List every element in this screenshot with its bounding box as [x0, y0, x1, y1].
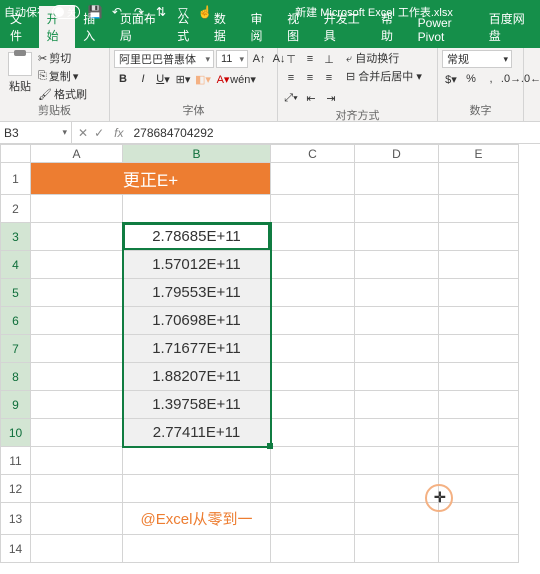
tab-baidu[interactable]: 百度网盘	[481, 6, 538, 48]
cell[interactable]: 1.71677E+11	[123, 335, 271, 363]
accounting-icon[interactable]: $▾	[442, 70, 460, 88]
clipboard-group-label: 剪贴板	[4, 102, 105, 119]
header-cell[interactable]: 更正E+	[31, 163, 271, 195]
col-header[interactable]: E	[439, 145, 519, 163]
align-middle-icon[interactable]: ≡	[301, 50, 319, 68]
col-header[interactable]: B	[123, 145, 271, 163]
paste-button[interactable]: 粘贴	[4, 50, 36, 102]
number-format-combo[interactable]: 常规	[442, 50, 512, 68]
tab-review[interactable]: 审阅	[242, 6, 279, 48]
border-button[interactable]: ⊞▾	[174, 70, 192, 88]
col-header[interactable]: C	[271, 145, 355, 163]
select-all-corner[interactable]	[1, 145, 31, 163]
ribbon-tabs: 文件 开始 插入 页面布局 公式 数据 审阅 视图 开发工具 帮助 Power …	[0, 24, 540, 48]
merge-center-button[interactable]: ⊟ 合并后居中 ▾	[346, 68, 422, 84]
col-header[interactable]: A	[31, 145, 123, 163]
row-header[interactable]: 5	[1, 279, 31, 307]
bold-button[interactable]: B	[114, 70, 132, 88]
font-size-combo[interactable]: 11	[216, 50, 248, 68]
tab-help[interactable]: 帮助	[373, 6, 410, 48]
align-top-icon[interactable]: ⊤	[282, 50, 300, 68]
row-header[interactable]: 12	[1, 475, 31, 503]
accept-formula-icon[interactable]: ✓	[94, 126, 104, 140]
row-header[interactable]: 14	[1, 535, 31, 563]
fill-color-button[interactable]: ◧▾	[194, 70, 212, 88]
align-group-label: 对齐方式	[282, 107, 433, 122]
tab-developer[interactable]: 开发工具	[316, 6, 373, 48]
name-box[interactable]: B3	[0, 122, 72, 143]
tab-formulas[interactable]: 公式	[169, 6, 206, 48]
formula-bar[interactable]: 278684704292	[127, 126, 540, 140]
comma-icon[interactable]: ,	[482, 70, 500, 88]
cell[interactable]: 1.39758E+11	[123, 391, 271, 419]
copy-button[interactable]: ⎘ 复制 ▾	[38, 68, 87, 84]
align-bottom-icon[interactable]: ⊥	[320, 50, 338, 68]
row-header[interactable]: 10	[1, 419, 31, 447]
increase-indent-icon[interactable]: ⇥	[322, 89, 340, 107]
orientation-icon[interactable]: ⤢▾	[282, 89, 300, 107]
cancel-formula-icon[interactable]: ✕	[78, 126, 88, 140]
increase-decimal-icon[interactable]: .0→	[502, 70, 520, 88]
watermark-cell[interactable]: @Excel从零到一	[123, 503, 271, 535]
row-header[interactable]: 7	[1, 335, 31, 363]
tab-view[interactable]: 视图	[279, 6, 316, 48]
increase-font-icon[interactable]: A↑	[250, 50, 268, 68]
row-header[interactable]: 9	[1, 391, 31, 419]
row-header[interactable]: 4	[1, 251, 31, 279]
tab-insert[interactable]: 插入	[75, 6, 112, 48]
cell[interactable]: 1.57012E+11	[123, 251, 271, 279]
decrease-indent-icon[interactable]: ⇤	[302, 89, 320, 107]
row-header[interactable]: 3	[1, 223, 31, 251]
align-left-icon[interactable]: ≡	[282, 69, 300, 87]
tab-data[interactable]: 数据	[206, 6, 243, 48]
row-header[interactable]: 1	[1, 163, 31, 195]
wrap-text-button[interactable]: ⤶ 自动换行	[346, 50, 422, 66]
tab-pagelayout[interactable]: 页面布局	[112, 6, 169, 48]
autosave-toggle[interactable]: 关	[52, 5, 80, 19]
spreadsheet-grid[interactable]: A B C D E 1更正E+ 2 3 2.78685E+11 4 1.57012E…	[0, 144, 519, 563]
cut-button[interactable]: ✂ 剪切	[38, 50, 87, 66]
cell[interactable]: 1.79553E+11	[123, 279, 271, 307]
font-name-combo[interactable]: 阿里巴巴普惠体	[114, 50, 214, 68]
cell[interactable]: 1.88207E+11	[123, 363, 271, 391]
row-header[interactable]: 2	[1, 195, 31, 223]
decrease-decimal-icon[interactable]: .0←	[522, 70, 540, 88]
percent-icon[interactable]: %	[462, 70, 480, 88]
cell[interactable]: 1.70698E+11	[123, 307, 271, 335]
row-header[interactable]: 13	[1, 503, 31, 535]
align-center-icon[interactable]: ≡	[301, 69, 319, 87]
format-painter-button[interactable]: 🖌 格式刷	[38, 86, 87, 102]
number-group-label: 数字	[442, 102, 519, 119]
phonetic-button[interactable]: wén▾	[234, 70, 252, 88]
row-header[interactable]: 8	[1, 363, 31, 391]
row-header[interactable]: 11	[1, 447, 31, 475]
underline-button[interactable]: U▾	[154, 70, 172, 88]
fx-icon[interactable]: fx	[110, 126, 127, 140]
cell[interactable]: 2.78685E+11	[123, 223, 271, 251]
paste-icon	[8, 52, 32, 76]
col-header[interactable]: D	[355, 145, 439, 163]
align-right-icon[interactable]: ≡	[320, 69, 338, 87]
font-group-label: 字体	[114, 102, 273, 119]
tab-file[interactable]: 文件	[2, 6, 39, 48]
cell[interactable]: 2.77411E+11	[123, 419, 271, 447]
row-header[interactable]: 6	[1, 307, 31, 335]
italic-button[interactable]: I	[134, 70, 152, 88]
tab-powerpivot[interactable]: Power Pivot	[410, 12, 481, 48]
